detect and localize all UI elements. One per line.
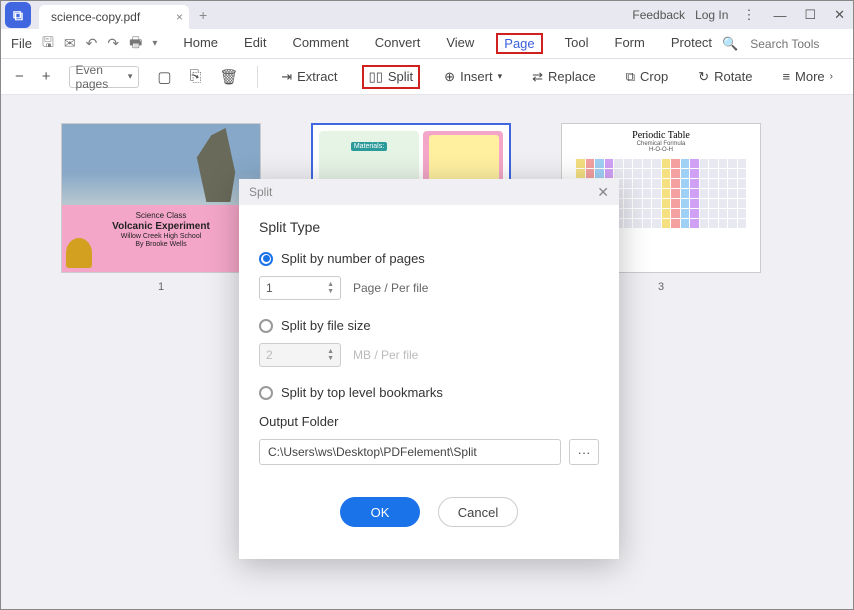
redo-icon[interactable]: ↷: [107, 35, 119, 52]
rock-illustration: [192, 128, 240, 202]
split-icon: ▯▯: [369, 69, 383, 85]
login-link[interactable]: Log In: [695, 8, 728, 22]
thumb1-title: Volcanic Experiment: [70, 221, 252, 232]
menu-comment[interactable]: Comment: [288, 33, 352, 54]
crop-button[interactable]: ⧉ Crop: [620, 66, 674, 88]
radio-split-bookmarks[interactable]: [259, 386, 273, 400]
size-per-file-input: 2 ▲▼: [259, 343, 341, 367]
search-icon: 🔍: [722, 36, 738, 52]
copy-icon[interactable]: ⎘: [190, 68, 202, 85]
size-unit-label: MB / Per file: [353, 348, 418, 362]
stepper-down-icon[interactable]: ▼: [327, 288, 334, 295]
split-dialog: Split ✕ Split Type Split by number of pa…: [239, 179, 619, 559]
rotate-label: Rotate: [714, 69, 752, 84]
extract-button[interactable]: ⇥ Extract: [275, 66, 343, 88]
insert-label: Insert: [460, 69, 493, 84]
pages-unit-label: Page / Per file: [353, 281, 428, 295]
thumb1-sub2: By Brooke Wells: [70, 241, 252, 248]
thumb1-sub1: Willow Creek High School: [70, 233, 252, 240]
more-icon: ≡: [782, 69, 790, 84]
replace-button[interactable]: ⇄ Replace: [526, 66, 602, 88]
ok-button[interactable]: OK: [340, 497, 420, 527]
save-icon[interactable]: 🖫: [42, 32, 54, 56]
menu-convert[interactable]: Convert: [371, 33, 425, 54]
minimize-icon[interactable]: —: [769, 8, 790, 23]
menu-home[interactable]: Home: [179, 33, 222, 54]
crop-label: Crop: [640, 69, 668, 84]
zoom-out-button[interactable]: −: [15, 68, 24, 85]
crop-icon: ⧉: [626, 69, 635, 85]
more-label: More: [795, 69, 825, 84]
rotate-button[interactable]: ↻ Rotate: [692, 66, 758, 88]
maximize-icon[interactable]: ☐: [800, 7, 820, 23]
extract-label: Extract: [297, 69, 337, 84]
stepper-up-icon[interactable]: ▲: [327, 281, 334, 288]
chevron-down-icon: ▾: [498, 71, 503, 82]
page-filter-select[interactable]: Even pages ▾: [69, 66, 140, 88]
chevron-down-icon: ▾: [128, 71, 133, 82]
cancel-button[interactable]: Cancel: [438, 497, 518, 527]
feedback-link[interactable]: Feedback: [632, 8, 685, 22]
page-box-icon[interactable]: ▢: [157, 68, 171, 86]
document-tab[interactable]: science-copy.pdf ×: [39, 5, 189, 29]
page-filter-value: Even pages: [76, 63, 128, 91]
output-path-value: C:\Users\ws\Desktop\PDFelement\Split: [268, 445, 477, 459]
close-window-icon[interactable]: ✕: [830, 7, 849, 23]
insert-button[interactable]: ⊕ Insert ▾: [438, 66, 508, 88]
menu-page[interactable]: Page: [496, 33, 542, 54]
split-button[interactable]: ▯▯ Split: [362, 65, 421, 89]
page-number: 1: [61, 281, 261, 293]
menu-form[interactable]: Form: [611, 33, 649, 54]
more-button[interactable]: ≡ More ›: [776, 66, 839, 87]
thumb1-heading: Science Class: [70, 211, 252, 220]
chevron-right-icon: ›: [830, 71, 833, 82]
radio-split-size[interactable]: [259, 319, 273, 333]
search-input[interactable]: [750, 37, 840, 51]
print-icon[interactable]: 🖶: [129, 32, 142, 56]
close-dialog-icon[interactable]: ✕: [597, 184, 609, 201]
materials-label: Materials:: [351, 142, 387, 151]
page-thumb-1[interactable]: Science Class Volcanic Experiment Willow…: [61, 123, 261, 293]
delete-icon[interactable]: 🗑: [220, 68, 239, 86]
insert-icon: ⊕: [444, 69, 455, 85]
thumb3-title: Periodic Table: [562, 130, 760, 141]
dialog-title: Split: [249, 185, 272, 199]
menu-protect[interactable]: Protect: [667, 33, 716, 54]
menu-view[interactable]: View: [442, 33, 478, 54]
output-path-input[interactable]: C:\Users\ws\Desktop\PDFelement\Split: [259, 439, 561, 465]
new-tab-button[interactable]: +: [199, 7, 207, 23]
size-value: 2: [266, 348, 273, 362]
pages-per-file-input[interactable]: 1 ▲▼: [259, 276, 341, 300]
kebab-icon[interactable]: ⋮: [738, 7, 759, 23]
rotate-icon: ↻: [698, 69, 709, 85]
radio-split-size-label: Split by file size: [281, 318, 371, 333]
menu-tool[interactable]: Tool: [561, 33, 593, 54]
file-menu[interactable]: File: [11, 36, 32, 51]
replace-label: Replace: [548, 69, 596, 84]
radio-split-pages-label: Split by number of pages: [281, 251, 425, 266]
split-label: Split: [388, 69, 413, 84]
separator: [257, 66, 258, 88]
replace-icon: ⇄: [532, 69, 543, 85]
thumb3-sub2: H-O-O-H: [562, 147, 760, 153]
radio-split-bookmarks-label: Split by top level bookmarks: [281, 385, 443, 400]
tab-title: science-copy.pdf: [51, 10, 140, 24]
extract-icon: ⇥: [281, 69, 292, 85]
dropdown-icon[interactable]: ▾: [152, 38, 157, 49]
stepper-down-icon: ▼: [327, 355, 334, 362]
radio-split-pages[interactable]: [259, 252, 273, 266]
sticky-note: [429, 135, 499, 185]
character-illustration: [66, 238, 92, 268]
mail-icon[interactable]: ✉: [64, 35, 76, 52]
menu-edit[interactable]: Edit: [240, 33, 270, 54]
zoom-in-button[interactable]: +: [42, 68, 51, 85]
undo-icon[interactable]: ↶: [86, 35, 98, 52]
stepper-up-icon: ▲: [327, 348, 334, 355]
split-type-heading: Split Type: [259, 219, 599, 235]
app-logo: ⧉: [5, 2, 31, 28]
pages-value: 1: [266, 281, 273, 295]
browse-button[interactable]: ···: [569, 439, 599, 465]
close-tab-icon[interactable]: ×: [176, 10, 183, 24]
output-folder-heading: Output Folder: [259, 414, 599, 429]
